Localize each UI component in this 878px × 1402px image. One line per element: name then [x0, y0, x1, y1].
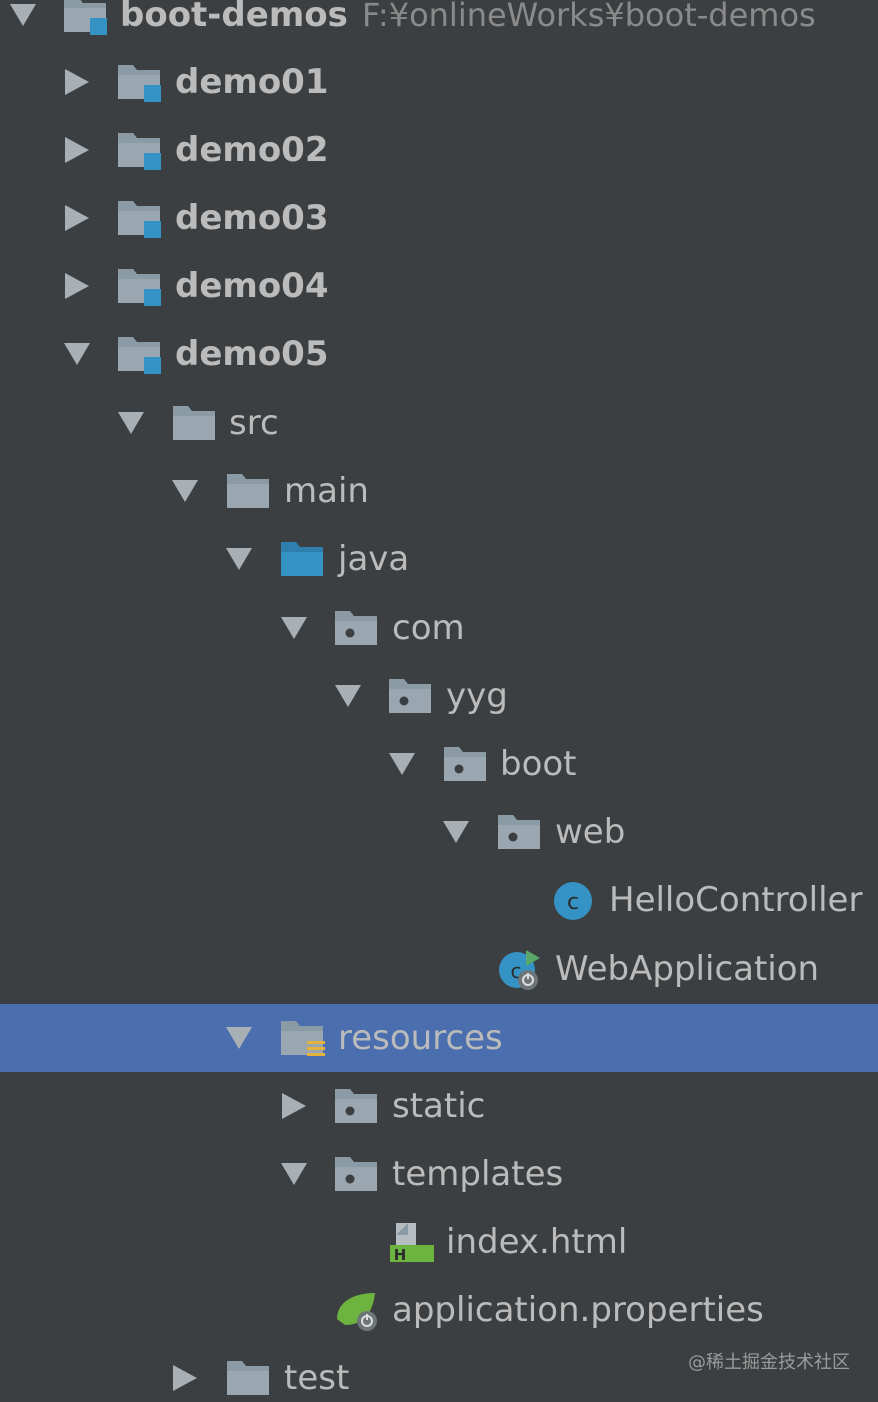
tree-label: yyg [446, 676, 508, 716]
folder-icon [225, 470, 271, 512]
project-path: F:¥onlineWorks¥boot-demos [362, 0, 816, 34]
tree-label: demo02 [175, 130, 329, 170]
tree-row-demo02[interactable]: demo02 [0, 116, 878, 184]
package-icon [333, 607, 379, 649]
project-tree: boot-demos F:¥onlineWorks¥boot-demos dem… [0, 0, 878, 1402]
tree-row-index-html[interactable]: H index.html [0, 1208, 878, 1276]
tree-row-resources[interactable]: resources [0, 1004, 878, 1072]
tree-row-boot[interactable]: boot [0, 730, 878, 798]
tree-row-web[interactable]: web [0, 798, 878, 866]
tree-row-static[interactable]: static [0, 1072, 878, 1140]
expand-arrow-right-icon[interactable] [279, 1072, 309, 1140]
expand-arrow-right-icon[interactable] [62, 184, 92, 252]
tree-label: HelloController [609, 880, 863, 920]
tree-label: src [229, 403, 279, 443]
package-icon [387, 675, 433, 717]
package-icon [442, 743, 488, 785]
tree-row-hello-controller[interactable]: c HelloController [0, 866, 878, 934]
expand-arrow-down-icon[interactable] [387, 730, 417, 798]
tree-row-demo05[interactable]: demo05 [0, 320, 878, 388]
tree-row-application-properties[interactable]: application.properties [0, 1276, 878, 1344]
spring-properties-icon [333, 1289, 379, 1331]
package-icon [496, 811, 542, 853]
tree-label: WebApplication [555, 949, 820, 989]
expand-arrow-down-icon[interactable] [279, 1140, 309, 1208]
package-icon [333, 1085, 379, 1127]
expand-arrow-down-icon[interactable] [170, 457, 200, 525]
tree-label: resources [338, 1018, 503, 1058]
tree-label-root: boot-demos [120, 0, 348, 35]
tree-row-com[interactable]: com [0, 594, 878, 662]
expand-arrow-down-icon[interactable] [224, 1004, 254, 1072]
tree-row-main[interactable]: main [0, 457, 878, 525]
tree-label: application.properties [392, 1290, 764, 1330]
spring-boot-class-icon: c [496, 948, 542, 990]
tree-row-demo01[interactable]: demo01 [0, 48, 878, 116]
expand-arrow-right-icon[interactable] [62, 116, 92, 184]
expand-arrow-down-icon[interactable] [279, 594, 309, 662]
tree-label: static [392, 1086, 486, 1126]
tree-row-templates[interactable]: templates [0, 1140, 878, 1208]
tree-label: boot [500, 744, 577, 784]
tree-label: demo04 [175, 266, 329, 306]
module-folder-icon [116, 265, 162, 307]
tree-label: demo01 [175, 62, 329, 102]
watermark: @稀土掘金技术社区 [688, 1352, 850, 1373]
package-icon [333, 1153, 379, 1195]
expand-arrow-right-icon[interactable] [170, 1344, 200, 1402]
tree-label: main [284, 471, 369, 511]
tree-label: com [392, 608, 465, 648]
tree-label: demo05 [175, 334, 329, 374]
tree-row-boot-demos[interactable]: boot-demos F:¥onlineWorks¥boot-demos [0, 0, 878, 49]
tree-row-web-application[interactable]: c WebApplication [0, 935, 878, 1003]
tree-label: web [555, 812, 626, 852]
tree-row-java[interactable]: java [0, 525, 878, 593]
expand-arrow-down-icon[interactable] [441, 798, 471, 866]
expand-arrow-right-icon[interactable] [62, 252, 92, 320]
module-folder-icon [116, 61, 162, 103]
tree-label: java [338, 539, 410, 579]
folder-icon [225, 1357, 271, 1399]
resources-folder-icon [279, 1017, 325, 1059]
tree-row-yyg[interactable]: yyg [0, 662, 878, 730]
folder-icon [171, 402, 217, 444]
module-folder-icon [116, 333, 162, 375]
svg-text:H: H [394, 1246, 407, 1263]
expand-arrow-down-icon[interactable] [224, 525, 254, 593]
java-class-icon: c [550, 879, 596, 921]
expand-arrow-down-icon[interactable] [8, 0, 38, 49]
tree-label: index.html [446, 1222, 628, 1262]
tree-row-src[interactable]: src [0, 389, 878, 457]
expand-arrow-right-icon[interactable] [62, 48, 92, 116]
tree-row-demo04[interactable]: demo04 [0, 252, 878, 320]
tree-row-demo03[interactable]: demo03 [0, 184, 878, 252]
expand-arrow-down-icon[interactable] [62, 320, 92, 388]
tree-label: demo03 [175, 198, 329, 238]
svg-text:c: c [567, 890, 579, 915]
expand-arrow-down-icon[interactable] [116, 389, 146, 457]
module-folder-icon [116, 129, 162, 171]
html-file-icon: H [388, 1221, 434, 1263]
module-folder-icon [62, 0, 108, 36]
tree-label: test [284, 1358, 350, 1398]
tree-label: templates [392, 1154, 564, 1194]
source-folder-icon [279, 538, 325, 580]
module-folder-icon [116, 197, 162, 239]
expand-arrow-down-icon[interactable] [333, 662, 363, 730]
